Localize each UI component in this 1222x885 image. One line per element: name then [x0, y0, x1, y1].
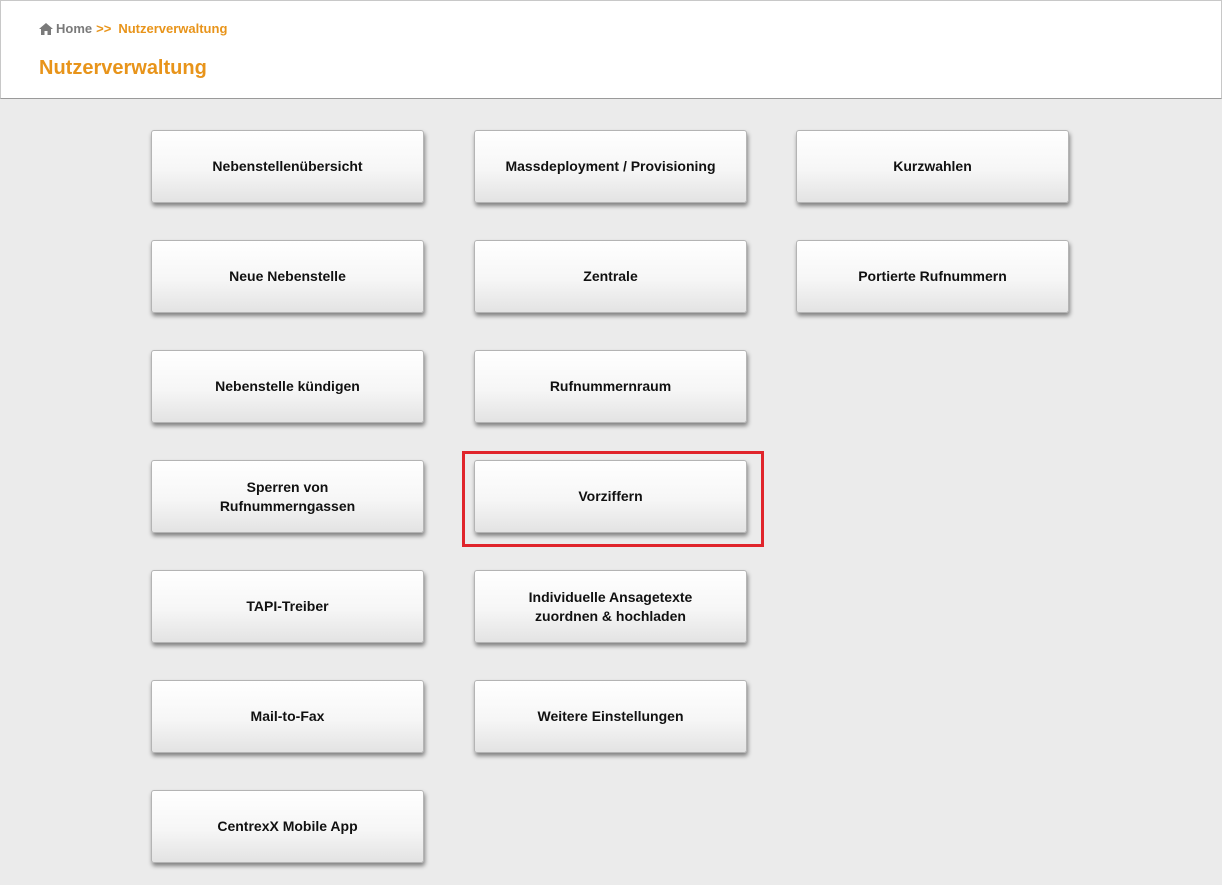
tile-label: Massdeployment / Provisioning [505, 158, 716, 174]
tapi-treiber-button[interactable]: TAPI-Treiber [151, 570, 424, 643]
kurzwahlen-button[interactable]: Kurzwahlen [796, 130, 1069, 203]
tile-label: Individuelle Ansagetexte zuordnen & hoch… [529, 588, 693, 626]
breadcrumb-separator: >> [96, 21, 112, 36]
individuelle-ansagetexte-button[interactable]: Individuelle Ansagetexte zuordnen & hoch… [474, 570, 747, 643]
tile-label-line2: zuordnen & hochladen [535, 607, 686, 624]
tile-grid: Nebenstellenübersicht Neue Nebenstelle N… [0, 99, 1222, 885]
tile-label: Weitere Einstellungen [537, 708, 684, 724]
tile-label: TAPI-Treiber [246, 598, 329, 614]
tile-label: Rufnummernraum [549, 378, 672, 394]
tile-label: Zentrale [583, 268, 638, 284]
tile-label: Neue Nebenstelle [229, 268, 346, 284]
mail-to-fax-button[interactable]: Mail-to-Fax [151, 680, 424, 753]
zentrale-button[interactable]: Zentrale [474, 240, 747, 313]
massdeployment-provisioning-button[interactable]: Massdeployment / Provisioning [474, 130, 747, 203]
rufnummernraum-button[interactable]: Rufnummernraum [474, 350, 747, 423]
tile-label: Kurzwahlen [893, 158, 972, 174]
nebenstelle-kuendigen-button[interactable]: Nebenstelle kündigen [151, 350, 424, 423]
neue-nebenstelle-button[interactable]: Neue Nebenstelle [151, 240, 424, 313]
tile-label-line2: Rufnummerngassen [219, 497, 356, 514]
tile-label: Sperren von Rufnummerngassen [220, 478, 355, 516]
breadcrumb-home-link[interactable]: Home [56, 21, 92, 36]
tile-label: Mail-to-Fax [250, 708, 325, 724]
home-icon[interactable] [39, 22, 53, 35]
page-title: Nutzerverwaltung [39, 57, 207, 79]
tile-label: Vorziffern [578, 488, 643, 504]
breadcrumb: Home >> Nutzerverwaltung [39, 21, 227, 36]
centrexx-mobile-app-button[interactable]: CentrexX Mobile App [151, 790, 424, 863]
breadcrumb-current: Nutzerverwaltung [118, 21, 228, 36]
tile-label: Nebenstelle kündigen [215, 378, 360, 394]
vorziffern-button[interactable]: Vorziffern [474, 460, 747, 533]
tile-label: Nebenstellenübersicht [212, 158, 363, 174]
nebenstellenuebersicht-button[interactable]: Nebenstellenübersicht [151, 130, 424, 203]
sperren-von-rufnummerngassen-button[interactable]: Sperren von Rufnummerngassen [151, 460, 424, 533]
tile-label: CentrexX Mobile App [217, 818, 358, 834]
tile-label-line1: Sperren von [246, 478, 329, 495]
page-header: Home >> Nutzerverwaltung Nutzerverwaltun… [0, 0, 1222, 99]
tile-label: Portierte Rufnummern [858, 268, 1007, 284]
portierte-rufnummern-button[interactable]: Portierte Rufnummern [796, 240, 1069, 313]
tile-label-line1: Individuelle Ansagetexte [528, 588, 693, 605]
weitere-einstellungen-button[interactable]: Weitere Einstellungen [474, 680, 747, 753]
